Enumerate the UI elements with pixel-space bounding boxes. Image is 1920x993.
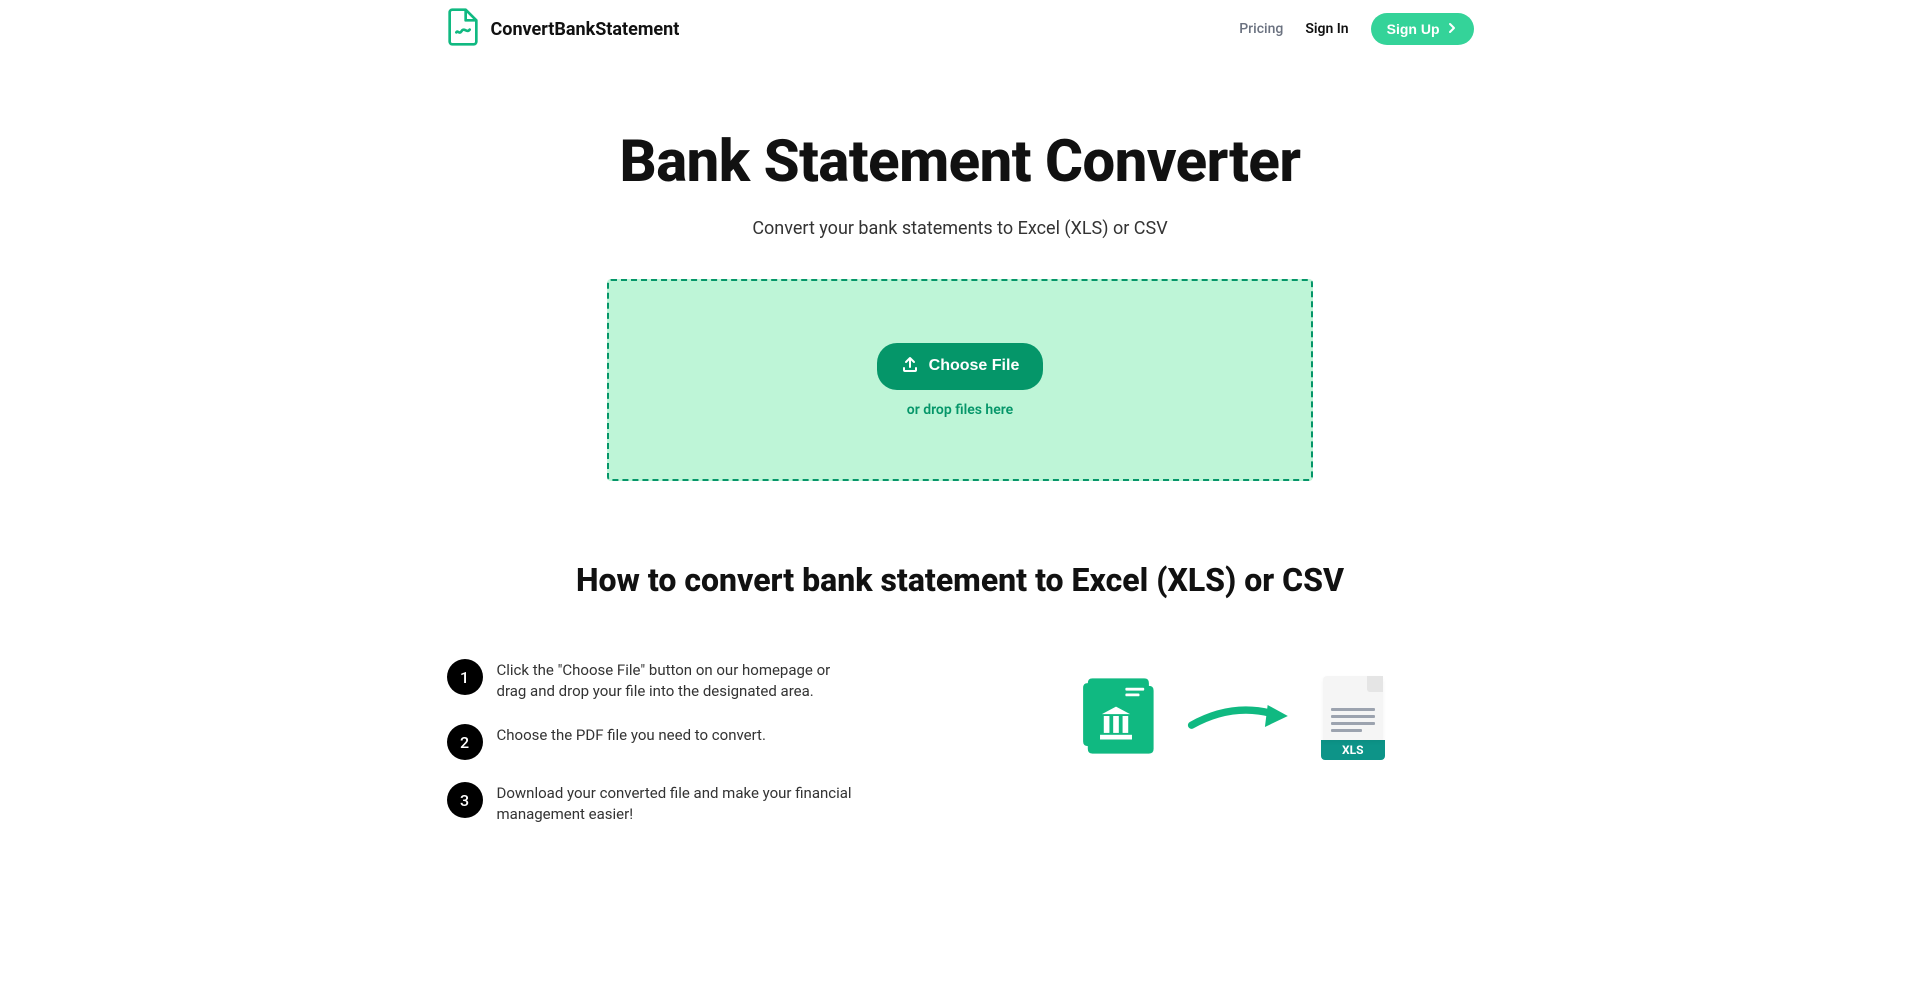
xls-label: XLS	[1321, 740, 1385, 760]
step-text: Choose the PDF file you need to convert.	[497, 724, 766, 746]
step-item: 1 Click the "Choose File" button on our …	[447, 659, 941, 702]
signup-label: Sign Up	[1387, 21, 1440, 37]
step-text: Download your converted file and make yo…	[497, 782, 857, 825]
hero-section: Bank Statement Converter Convert your ba…	[0, 58, 1920, 481]
step-item: 2 Choose the PDF file you need to conver…	[447, 724, 941, 760]
steps-list: 1 Click the "Choose File" button on our …	[447, 659, 941, 825]
signin-link[interactable]: Sign In	[1305, 21, 1348, 37]
choose-file-label: Choose File	[929, 357, 1020, 375]
nav-right: Pricing Sign In Sign Up	[1239, 13, 1473, 45]
chevron-right-icon	[1446, 21, 1458, 37]
step-number: 2	[447, 724, 483, 760]
file-dropzone[interactable]: Choose File or drop files here	[607, 279, 1313, 481]
brand-logo[interactable]: ConvertBankStatement	[447, 8, 680, 50]
arrow-right-icon	[1187, 696, 1297, 740]
howto-title: How to convert bank statement to Excel (…	[447, 561, 1474, 599]
file-icon	[447, 8, 479, 50]
drop-hint-text: or drop files here	[907, 402, 1013, 418]
step-number: 3	[447, 782, 483, 818]
step-number: 1	[447, 659, 483, 695]
xls-file-icon: XLS	[1321, 676, 1385, 760]
conversion-illustration: XLS	[980, 659, 1474, 767]
step-item: 3 Download your converted file and make …	[447, 782, 941, 825]
brand-name: ConvertBankStatement	[491, 19, 680, 40]
choose-file-button[interactable]: Choose File	[877, 343, 1044, 390]
page-subtitle: Convert your bank statements to Excel (X…	[447, 218, 1474, 239]
page-title: Bank Statement Converter	[447, 128, 1474, 196]
top-nav: ConvertBankStatement Pricing Sign In Sig…	[447, 8, 1474, 50]
pricing-link[interactable]: Pricing	[1239, 21, 1283, 37]
signup-button[interactable]: Sign Up	[1371, 13, 1474, 45]
howto-section: How to convert bank statement to Excel (…	[0, 481, 1920, 825]
step-text: Click the "Choose File" button on our ho…	[497, 659, 857, 702]
upload-icon	[901, 355, 919, 378]
bank-document-icon	[1069, 669, 1163, 767]
